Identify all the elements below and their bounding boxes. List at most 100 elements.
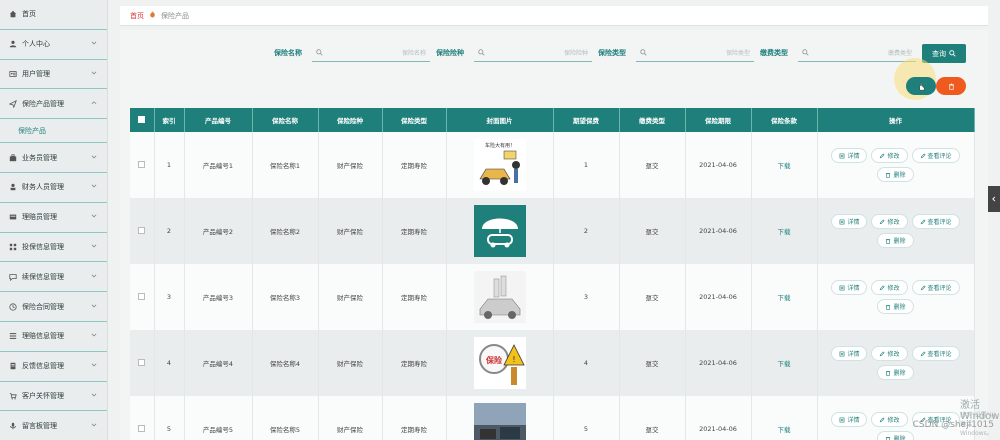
cell-image: 保险! [446, 330, 554, 396]
sidebar-item-1[interactable]: 个人中心 [0, 30, 107, 60]
chevron-down-icon [91, 155, 97, 159]
chevron-down-icon [91, 363, 97, 367]
edit-button[interactable]: 修改 [871, 280, 908, 295]
download-link[interactable]: 下载 [778, 294, 791, 302]
cell-pay: 趸交 [619, 330, 686, 396]
sidebar-item-0[interactable]: 首页 [0, 0, 107, 30]
download-link[interactable]: 下载 [778, 426, 791, 434]
review-button[interactable]: 查看评论 [911, 346, 960, 361]
search-placeholder-name: 保险名称 [401, 50, 426, 57]
sidebar-item-2[interactable]: 用户管理 [0, 60, 107, 90]
sidebar-item-label: 业务员管理 [22, 153, 57, 162]
row-checkbox[interactable] [138, 226, 146, 234]
collapse-tab[interactable] [988, 186, 1000, 212]
sidebar-item-3[interactable]: 保险产品管理 [0, 89, 107, 120]
edit-button[interactable]: 修改 [871, 214, 908, 229]
sidebar-item-9[interactable]: 保险合同管理 [0, 292, 107, 322]
sidebar-item-7[interactable]: 投保信息管理 [0, 233, 107, 263]
detail-button[interactable]: 详情 [831, 214, 868, 229]
chevron-down-icon [91, 184, 97, 188]
delete-button[interactable]: 删除 [877, 167, 914, 182]
sidebar-item-10[interactable]: 理赔信息管理 [0, 322, 107, 352]
table-row: 2 产品编号2 保险名称2 财产保险 定期寿险 2 趸交 2021-04-06 下载 详情 修改 查看… [130, 198, 975, 264]
review-button[interactable]: 查看评论 [911, 148, 960, 163]
sidebar-arrow [91, 332, 97, 340]
chevron-down-icon [91, 214, 97, 218]
delete-button[interactable]: 删除 [877, 365, 914, 380]
select-all-header[interactable] [130, 108, 155, 132]
download-link[interactable]: 下载 [778, 228, 791, 236]
header-name: 保险名称 [252, 108, 319, 132]
sidebar-item-13[interactable]: 留言板管理 [0, 411, 107, 440]
hand-pointer-icon [918, 82, 924, 90]
cell-ops: 详情 修改 查看评论 删除 [817, 396, 975, 440]
row-select-cell[interactable] [130, 396, 155, 440]
delete-button[interactable]: 删除 [877, 431, 914, 440]
cell-image [446, 264, 554, 330]
trash-icon [886, 304, 891, 310]
select-all-checkbox[interactable] [138, 115, 146, 123]
sidebar-item-6[interactable]: 理赔员管理 [0, 203, 107, 233]
detail-button[interactable]: 详情 [831, 148, 868, 163]
detail-button[interactable]: 详情 [831, 346, 868, 361]
sidebar-item-12[interactable]: 客户关怀管理 [0, 382, 107, 412]
row-checkbox[interactable] [138, 424, 146, 432]
cell-date: 2021-04-06 [685, 132, 752, 198]
sidebar-item-11[interactable]: 反馈信息管理 [0, 352, 107, 382]
sidebar-item-5[interactable]: 财务人员管理 [0, 173, 107, 203]
download-link[interactable]: 下载 [778, 360, 791, 368]
sidebar-subitem[interactable]: 保险产品 [0, 119, 107, 144]
search-input-pay[interactable]: 缴费类型 [798, 44, 916, 62]
delete-button[interactable]: 删除 [877, 233, 914, 248]
row-checkbox[interactable] [138, 292, 146, 300]
review-button[interactable]: 查看评论 [911, 214, 960, 229]
sidebar-item-label: 投保信息管理 [22, 242, 64, 251]
edit-button[interactable]: 修改 [871, 148, 908, 163]
breadcrumb-home[interactable]: 首页 [130, 11, 144, 21]
edit-label: 修改 [887, 153, 900, 160]
search-input-kind[interactable]: 保险险种 [474, 44, 592, 62]
row-select-cell[interactable] [130, 198, 155, 264]
edit-button[interactable]: 修改 [871, 346, 908, 361]
edit-button[interactable]: 修改 [871, 412, 908, 427]
search-input-type[interactable]: 保险类型 [636, 44, 754, 62]
search-placeholder-kind: 保险险种 [563, 50, 588, 57]
send-icon [8, 99, 18, 109]
detail-label: 详情 [847, 417, 860, 424]
cell-name: 保险名称4 [252, 330, 319, 396]
sidebar-item-4[interactable]: 业务员管理 [0, 143, 107, 173]
sidebar-item-label: 客户关怀管理 [22, 391, 64, 400]
row-select-cell[interactable] [130, 330, 155, 396]
sidebar-item-8[interactable]: 续保信息管理 [0, 262, 107, 293]
add-button[interactable] [906, 77, 936, 95]
sidebar-item-label: 保险合同管理 [22, 302, 64, 311]
search-icon [478, 49, 485, 56]
cell-index: 2 [154, 198, 185, 264]
search-icon [949, 50, 956, 57]
batch-delete-button[interactable] [936, 77, 966, 95]
row-select-cell[interactable] [130, 132, 155, 198]
detail-button[interactable]: 详情 [831, 280, 868, 295]
chevron-down-icon [91, 244, 97, 248]
trash-icon [886, 238, 891, 244]
row-checkbox[interactable] [138, 160, 146, 168]
row-select-cell[interactable] [130, 264, 155, 330]
review-button[interactable]: 查看评论 [911, 280, 960, 295]
edit-icon [880, 152, 886, 158]
search-button[interactable]: 查询 [922, 44, 966, 63]
detail-button[interactable]: 详情 [831, 412, 868, 427]
table-header-row: 索引 产品编号 保险名称 保险险种 保险类型 封面图片 期望保费 缴费类型 保险… [130, 108, 975, 132]
row-checkbox[interactable] [138, 358, 146, 366]
detail-label: 详情 [847, 285, 860, 292]
delete-button[interactable]: 删除 [877, 299, 914, 314]
header-kind: 保险险种 [318, 108, 383, 132]
edit-icon [880, 350, 886, 356]
cell-premium: 2 [553, 198, 620, 264]
sidebar-arrow [91, 422, 97, 430]
search-input-name[interactable]: 保险名称 [312, 44, 430, 62]
download-link[interactable]: 下载 [778, 162, 791, 170]
sidebar-arrow [91, 362, 97, 370]
cell-premium: 3 [553, 264, 620, 330]
card-icon [8, 212, 18, 222]
chat-icon [8, 272, 18, 282]
